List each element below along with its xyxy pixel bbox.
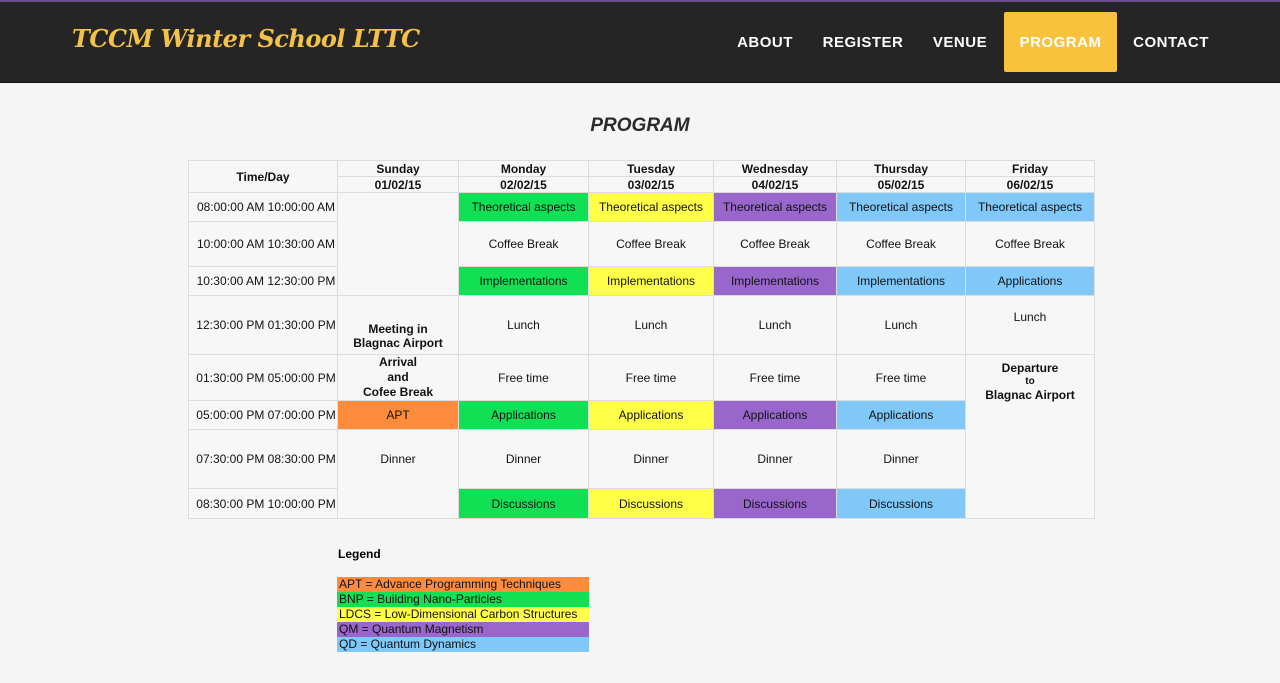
- sunday-arrival-line: Arrival: [378, 355, 418, 369]
- session-cell-qd: Discussions: [836, 488, 966, 519]
- session-cell-qd: Applications: [836, 400, 966, 430]
- friday-departure-line: Blagnac Airport: [985, 388, 1075, 402]
- lunch-cell: Lunch: [965, 295, 1095, 355]
- lunch-cell: Lunch: [588, 295, 714, 355]
- nav-venue[interactable]: VENUE: [922, 12, 998, 72]
- coffee-cell: Coffee Break: [713, 221, 837, 267]
- sunday-meeting-line: Meeting in: [368, 322, 428, 336]
- nav-contact[interactable]: CONTACT: [1121, 12, 1221, 72]
- sunday-arrival-line: and: [387, 370, 409, 384]
- session-cell-qd: Theoretical aspects: [836, 192, 966, 222]
- time-slot: 05:00:00 PM 07:00:00 PM: [188, 400, 338, 430]
- lunch-cell: Lunch: [713, 295, 837, 355]
- day-header-monday: Monday: [458, 160, 589, 177]
- coffee-cell: Coffee Break: [965, 221, 1095, 267]
- session-cell-ldcs: Implementations: [588, 266, 714, 296]
- friday-departure-cell: Departure to Blagnac Airport: [965, 354, 1095, 519]
- legend-item-apt: APT = Advance Programming Techniques: [337, 577, 589, 592]
- day-header-sunday: Sunday: [337, 160, 459, 177]
- day-header-wednesday: Wednesday: [713, 160, 837, 177]
- free-time-cell: Free time: [713, 354, 837, 401]
- sunday-empty-cell: [337, 192, 459, 296]
- lunch-cell: Lunch: [458, 295, 589, 355]
- friday-departure-line: Departure: [1001, 361, 1059, 375]
- friday-departure-line: to: [1025, 376, 1035, 387]
- sunday-meeting-cell: Meeting in Blagnac Airport: [337, 295, 459, 355]
- legend-item-qd: QD = Quantum Dynamics: [337, 637, 589, 652]
- dinner-cell: Dinner: [458, 429, 589, 489]
- time-slot: 08:30:00 PM 10:00:00 PM: [188, 488, 338, 519]
- free-time-cell: Free time: [588, 354, 714, 401]
- session-cell-qm: Applications: [713, 400, 837, 430]
- time-slot: 12:30:00 PM 01:30:00 PM: [188, 295, 338, 355]
- legend: APT = Advance Programming Techniques BNP…: [337, 577, 589, 652]
- dinner-cell: Dinner: [713, 429, 837, 489]
- session-cell-bnp: Implementations: [458, 266, 589, 296]
- session-cell-qm: Theoretical aspects: [713, 192, 837, 222]
- program-table: Time/Day Sunday Monday Tuesday Wednesday…: [188, 160, 1095, 519]
- dinner-cell: Dinner: [588, 429, 714, 489]
- page-title: PROGRAM: [590, 115, 690, 136]
- lunch-cell: Lunch: [836, 295, 966, 355]
- date-wednesday: 04/02/15: [713, 176, 837, 193]
- legend-title: Legend: [338, 547, 381, 561]
- date-sunday: 01/02/15: [337, 176, 459, 193]
- session-cell-friday: Theoretical aspects: [965, 192, 1095, 222]
- legend-item-bnp: BNP = Building Nano-Particles: [337, 592, 589, 607]
- date-thursday: 05/02/15: [836, 176, 966, 193]
- nav-program[interactable]: PROGRAM: [1004, 12, 1117, 72]
- time-slot: 08:00:00 AM 10:00:00 AM: [188, 192, 338, 222]
- session-cell-friday: Applications: [965, 266, 1095, 296]
- session-cell-ldcs: Discussions: [588, 488, 714, 519]
- free-time-cell: Free time: [458, 354, 589, 401]
- sunday-arrival-cell: Arrival and Cofee Break: [337, 354, 459, 401]
- coffee-cell: Coffee Break: [836, 221, 966, 267]
- time-day-header: Time/Day: [188, 160, 338, 193]
- nav-register[interactable]: REGISTER: [813, 12, 913, 72]
- day-header-tuesday: Tuesday: [588, 160, 714, 177]
- session-cell-ldcs: Applications: [588, 400, 714, 430]
- legend-item-ldcs: LDCS = Low-Dimensional Carbon Structures: [337, 607, 589, 622]
- time-slot: 10:30:00 AM 12:30:00 PM: [188, 266, 338, 296]
- date-monday: 02/02/15: [458, 176, 589, 193]
- day-header-friday: Friday: [965, 160, 1095, 177]
- sunday-meeting-line: Blagnac Airport: [353, 336, 443, 350]
- session-cell-ldcs: Theoretical aspects: [588, 192, 714, 222]
- session-cell-bnp: Theoretical aspects: [458, 192, 589, 222]
- navbar: TCCM Winter School LTTC ABOUT REGISTER V…: [0, 2, 1280, 83]
- coffee-cell: Coffee Break: [588, 221, 714, 267]
- sunday-arrival-line: Cofee Break: [362, 385, 434, 399]
- session-cell-apt: APT: [337, 400, 459, 430]
- session-cell-bnp: Applications: [458, 400, 589, 430]
- session-cell-qm: Implementations: [713, 266, 837, 296]
- time-slot: 07:30:00 PM 08:30:00 PM: [188, 429, 338, 489]
- session-cell-qm: Discussions: [713, 488, 837, 519]
- day-header-thursday: Thursday: [836, 160, 966, 177]
- legend-item-qm: QM = Quantum Magnetism: [337, 622, 589, 637]
- dinner-cell: Dinner: [337, 429, 459, 519]
- free-time-cell: Free time: [836, 354, 966, 401]
- date-tuesday: 03/02/15: [588, 176, 714, 193]
- time-slot: 10:00:00 AM 10:30:00 AM: [188, 221, 338, 267]
- session-cell-qd: Implementations: [836, 266, 966, 296]
- coffee-cell: Coffee Break: [458, 221, 589, 267]
- brand-logo[interactable]: TCCM Winter School LTTC: [72, 24, 420, 53]
- dinner-cell: Dinner: [836, 429, 966, 489]
- time-slot: 01:30:00 PM 05:00:00 PM: [188, 354, 338, 401]
- session-cell-bnp: Discussions: [458, 488, 589, 519]
- nav-about[interactable]: ABOUT: [727, 12, 803, 72]
- date-friday: 06/02/15: [965, 176, 1095, 193]
